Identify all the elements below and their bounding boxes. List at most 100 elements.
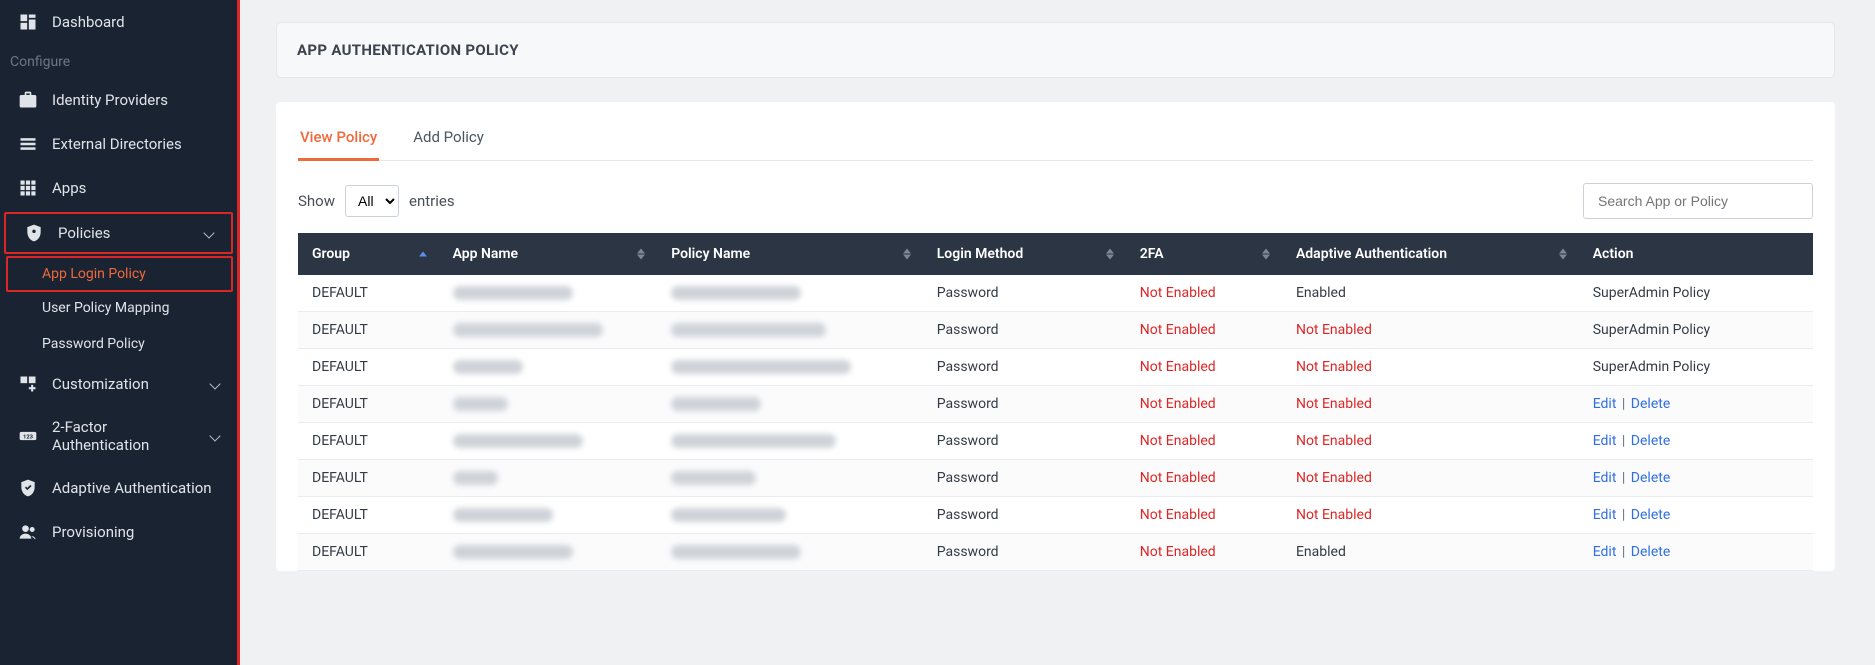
cell-policy-name (657, 386, 923, 423)
page-title: APP AUTHENTICATION POLICY (276, 22, 1835, 78)
entries-label: entries (409, 192, 455, 210)
sort-icon (903, 249, 911, 260)
nav-label: Dashboard (52, 13, 219, 31)
edit-link[interactable]: Edit (1593, 396, 1617, 412)
nav-label: Configure (10, 54, 70, 70)
delete-link[interactable]: Delete (1631, 544, 1670, 560)
edit-link[interactable]: Edit (1593, 470, 1617, 486)
cell-group: DEFAULT (298, 312, 439, 349)
cell-adaptive: Enabled (1282, 534, 1579, 571)
edit-link[interactable]: Edit (1593, 544, 1617, 560)
cell-group: DEFAULT (298, 386, 439, 423)
cell-app-name (439, 497, 658, 534)
table-controls: Show All entries (298, 183, 1813, 219)
delete-link[interactable]: Delete (1631, 433, 1670, 449)
cell-group: DEFAULT (298, 423, 439, 460)
sidebar-item-customization[interactable]: Customization (0, 362, 237, 406)
delete-link[interactable]: Delete (1631, 470, 1670, 486)
cell-adaptive: Not Enabled (1282, 312, 1579, 349)
sidebar-item-external-directories[interactable]: External Directories (0, 122, 237, 166)
tabs: View Policy Add Policy (298, 120, 1813, 161)
cell-action: SuperAdmin Policy (1579, 275, 1813, 312)
action-text: SuperAdmin Policy (1593, 359, 1710, 375)
separator: | (1616, 507, 1630, 523)
edit-link[interactable]: Edit (1593, 433, 1617, 449)
sidebar-section-configure: Configure (0, 44, 237, 78)
nav-label: Apps (52, 179, 219, 197)
table-row: DEFAULTPasswordNot EnabledNot EnabledEdi… (298, 460, 1813, 497)
customize-icon (18, 374, 38, 394)
table-row: DEFAULTPasswordNot EnabledEnabledSuperAd… (298, 275, 1813, 312)
cell-2fa: Not Enabled (1126, 460, 1282, 497)
pin-123-icon: 123 (18, 426, 38, 446)
col-2fa[interactable]: 2FA (1126, 233, 1282, 275)
sort-icon (637, 249, 645, 260)
policy-card: View Policy Add Policy Show All entries … (276, 102, 1835, 571)
delete-link[interactable]: Delete (1631, 396, 1670, 412)
cell-app-name (439, 534, 658, 571)
cell-2fa: Not Enabled (1126, 534, 1282, 571)
cell-action: Edit | Delete (1579, 460, 1813, 497)
list-icon (18, 134, 38, 154)
cell-policy-name (657, 275, 923, 312)
cell-action: Edit | Delete (1579, 534, 1813, 571)
cell-app-name (439, 312, 658, 349)
nav-label: 2-Factor Authentication (52, 418, 197, 454)
separator: | (1616, 544, 1630, 560)
cell-adaptive: Enabled (1282, 275, 1579, 312)
cell-login-method: Password (923, 460, 1126, 497)
edit-link[interactable]: Edit (1593, 507, 1617, 523)
cell-login-method: Password (923, 312, 1126, 349)
nav-label: Identity Providers (52, 91, 219, 109)
sidebar-item-adaptive-auth[interactable]: Adaptive Authentication (0, 466, 237, 510)
delete-link[interactable]: Delete (1631, 507, 1670, 523)
cell-group: DEFAULT (298, 349, 439, 386)
sort-icon (419, 252, 427, 257)
sidebar-item-provisioning[interactable]: Provisioning (0, 510, 237, 554)
col-action: Action (1579, 233, 1813, 275)
sidebar-item-policies[interactable]: Policies (4, 212, 233, 254)
cell-action: Edit | Delete (1579, 497, 1813, 534)
col-policy-name[interactable]: Policy Name (657, 233, 923, 275)
cell-policy-name (657, 534, 923, 571)
table-row: DEFAULTPasswordNot EnabledNot EnabledSup… (298, 349, 1813, 386)
cell-login-method: Password (923, 386, 1126, 423)
cell-2fa: Not Enabled (1126, 423, 1282, 460)
cell-action: Edit | Delete (1579, 423, 1813, 460)
sidebar-sub-password-policy[interactable]: Password Policy (0, 326, 237, 362)
sidebar-item-two-factor[interactable]: 123 2-Factor Authentication (0, 406, 237, 466)
id-card-icon (18, 90, 38, 110)
search-input[interactable] (1583, 183, 1813, 219)
table-row: DEFAULTPasswordNot EnabledEnabledEdit | … (298, 534, 1813, 571)
nav-label: Password Policy (42, 336, 145, 352)
col-app-name[interactable]: App Name (439, 233, 658, 275)
sidebar-sub-app-login-policy[interactable]: App Login Policy (6, 256, 233, 292)
cell-policy-name (657, 423, 923, 460)
chevron-down-icon (209, 430, 220, 441)
cell-app-name (439, 275, 658, 312)
col-group[interactable]: Group (298, 233, 439, 275)
sidebar-sub-user-policy-mapping[interactable]: User Policy Mapping (0, 290, 237, 326)
sidebar-item-dashboard[interactable]: Dashboard (0, 0, 237, 44)
sort-icon (1262, 249, 1270, 260)
cell-app-name (439, 349, 658, 386)
cell-policy-name (657, 460, 923, 497)
cell-login-method: Password (923, 349, 1126, 386)
users-icon (18, 522, 38, 542)
cell-action: Edit | Delete (1579, 386, 1813, 423)
sidebar-item-apps[interactable]: Apps (0, 166, 237, 210)
tab-view-policy[interactable]: View Policy (298, 120, 379, 161)
entries-select[interactable]: All (345, 185, 399, 217)
cell-login-method: Password (923, 275, 1126, 312)
tab-add-policy[interactable]: Add Policy (411, 120, 486, 161)
col-login-method[interactable]: Login Method (923, 233, 1126, 275)
sidebar-item-identity-providers[interactable]: Identity Providers (0, 78, 237, 122)
cell-app-name (439, 423, 658, 460)
separator: | (1616, 470, 1630, 486)
dashboard-icon (18, 12, 38, 32)
nav-label: App Login Policy (42, 266, 146, 282)
show-entries: Show All entries (298, 185, 455, 217)
cell-login-method: Password (923, 534, 1126, 571)
apps-grid-icon (18, 178, 38, 198)
col-adaptive[interactable]: Adaptive Authentication (1282, 233, 1579, 275)
